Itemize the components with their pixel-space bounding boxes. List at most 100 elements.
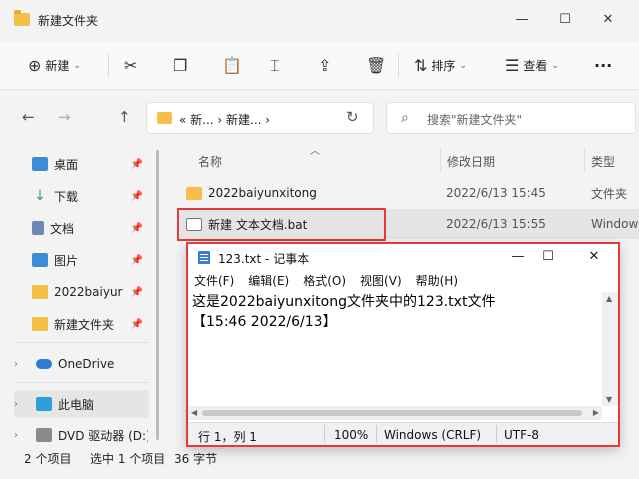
notepad-text-area[interactable]: 这是2022baiyunxitong文件夹中的123.txt文件 【15:46 2… <box>188 292 602 406</box>
column-divider[interactable] <box>440 148 441 172</box>
line-ending: Windows (CRLF) <box>384 428 482 442</box>
back-icon[interactable]: ← <box>22 108 35 126</box>
file-type: 文件夹 <box>591 186 628 201</box>
chevron-right-icon: › <box>14 429 18 441</box>
sidebar-item-label: OneDrive <box>58 357 115 371</box>
pin-icon: 📌 <box>130 318 143 330</box>
column-header-date[interactable]: 修改日期 <box>447 153 495 170</box>
notepad-maximize-button[interactable]: ☐ <box>538 247 558 267</box>
share-icon[interactable]: ⇪ <box>318 53 331 79</box>
picture-icon <box>32 253 48 267</box>
sidebar-item-pictures[interactable]: 图片 📌 <box>14 246 149 274</box>
scroll-down-icon[interactable]: ▼ <box>606 395 612 404</box>
rename-icon[interactable]: ⌶ <box>270 53 280 79</box>
sidebar-item-documents[interactable]: 文档 📌 <box>14 214 149 242</box>
paste-icon[interactable]: 📋 <box>222 53 242 79</box>
file-row[interactable]: 2022baiyunxitong 2022/6/13 15:45 文件夹 <box>178 178 639 208</box>
new-label: 新建 <box>45 59 70 73</box>
notepad-close-button[interactable]: ✕ <box>584 247 604 267</box>
file-name: 新建 文本文档.bat <box>208 217 308 232</box>
sidebar-item-label: DVD 驱动器 (D:) <box>58 428 148 443</box>
text-line: 这是2022baiyunxitong文件夹中的123.txt文件 <box>192 294 496 310</box>
search-input[interactable]: ⌕ 搜索"新建文件夹" <box>386 102 636 134</box>
view-button[interactable]: ☰ 查看 ⌄ <box>505 53 559 79</box>
scroll-right-icon[interactable]: ▶ <box>593 408 599 417</box>
menu-help[interactable]: 帮助(H) <box>416 272 458 292</box>
copy-icon[interactable]: ❐ <box>173 53 187 79</box>
divider <box>324 425 325 443</box>
scroll-up-icon[interactable]: ▲ <box>606 294 612 303</box>
sort-ascending-icon: ︿ <box>310 146 320 157</box>
sidebar-item-this-pc[interactable]: › 此电脑 <box>14 390 149 418</box>
divider <box>14 382 149 383</box>
sidebar-item-new-folder[interactable]: 新建文件夹 📌 <box>14 310 149 338</box>
column-divider[interactable] <box>584 148 585 172</box>
chevron-down-icon: ⌄ <box>73 61 81 71</box>
cut-icon[interactable]: ✂ <box>124 53 137 79</box>
divider <box>398 54 399 78</box>
scroll-left-icon[interactable]: ◀ <box>191 408 197 417</box>
sort-icon: ⇅ <box>414 56 428 75</box>
window-title: 新建文件夹 <box>38 14 99 28</box>
zoom-level: 100% <box>334 428 369 442</box>
notepad-window: 123.txt - 记事本 — ☐ ✕ 文件(F) 编辑(E) 格式(O) 视图… <box>187 243 619 446</box>
maximize-button[interactable]: ☐ <box>555 10 575 30</box>
more-options-icon[interactable]: ··· <box>594 53 612 79</box>
notepad-minimize-button[interactable]: — <box>508 247 528 267</box>
delete-icon[interactable]: 🗑 <box>366 53 386 79</box>
scroll-thumb[interactable] <box>202 410 582 416</box>
item-count: 2 个项目 <box>24 452 72 466</box>
divider <box>496 425 497 443</box>
up-icon[interactable]: ↑ <box>118 108 131 126</box>
refresh-icon[interactable]: ↻ <box>346 108 359 126</box>
new-button[interactable]: ⊕ 新建 ⌄ <box>28 53 81 79</box>
close-button[interactable]: ✕ <box>598 10 618 30</box>
notepad-title: 123.txt - 记事本 <box>218 252 310 266</box>
notepad-horizontal-scrollbar[interactable]: ◀ ▶ <box>188 406 602 420</box>
title-bar: 新建文件夹 — ☐ ✕ <box>0 0 639 42</box>
view-label: 查看 <box>523 59 548 73</box>
sort-button[interactable]: ⇅ 排序 ⌄ <box>414 53 467 79</box>
sidebar-item-label: 此电脑 <box>58 397 95 412</box>
search-placeholder: 搜索"新建文件夹" <box>427 113 523 127</box>
forward-icon[interactable]: → <box>58 108 71 126</box>
column-header-type[interactable]: 类型 <box>591 153 615 170</box>
sidebar-scrollbar[interactable] <box>156 150 159 440</box>
notepad-title-bar: 123.txt - 记事本 — ☐ ✕ <box>188 244 618 270</box>
folder-icon <box>32 317 48 331</box>
folder-icon <box>186 186 202 200</box>
document-icon <box>32 221 44 235</box>
sidebar-item-label: 文档 <box>50 221 75 236</box>
folder-icon <box>14 10 30 26</box>
sidebar-item-onedrive[interactable]: › OneDrive <box>14 350 149 378</box>
notepad-vertical-scrollbar[interactable]: ▲ ▼ <box>602 292 618 406</box>
sidebar-item-downloads[interactable]: ↓ 下载 📌 <box>14 182 149 210</box>
sidebar-item-label: 2022baiyur <box>54 285 123 299</box>
sidebar-item-label: 图片 <box>54 253 79 268</box>
file-row[interactable]: 新建 文本文档.bat 2022/6/13 15:55 Windows <box>178 209 639 239</box>
menu-edit[interactable]: 编辑(E) <box>248 272 289 292</box>
sidebar-item-2022baiyunxitong[interactable]: 2022baiyur 📌 <box>14 278 149 306</box>
column-header-name[interactable]: 名称 <box>198 153 222 170</box>
command-bar: ⊕ 新建 ⌄ ✂ ❐ 📋 ⌶ ⇪ 🗑 ⇅ 排序 ⌄ ☰ 查看 ⌄ ··· <box>0 42 639 90</box>
sidebar-item-dvd[interactable]: › DVD 驱动器 (D:) <box>14 426 149 444</box>
chevron-right-icon: › <box>14 358 18 370</box>
notepad-icon <box>198 251 210 264</box>
cloud-icon <box>36 359 52 369</box>
menu-format[interactable]: 格式(O) <box>303 272 346 292</box>
address-bar[interactable]: « 新... › 新建... › <box>146 102 374 134</box>
menu-view[interactable]: 视图(V) <box>360 272 402 292</box>
minimize-button[interactable]: — <box>512 10 532 30</box>
batch-file-icon <box>186 217 202 231</box>
chevron-down-icon: ⌄ <box>459 61 467 71</box>
folder-icon <box>32 285 48 299</box>
dvd-drive-icon <box>36 428 52 442</box>
search-icon: ⌕ <box>401 110 409 126</box>
status-bar: 2 个项目 选中 1 个项目 36 字节 <box>0 444 639 479</box>
folder-icon <box>157 112 172 124</box>
menu-file[interactable]: 文件(F) <box>194 272 234 292</box>
sidebar-item-desktop[interactable]: 桌面 📌 <box>14 150 149 178</box>
desktop-icon <box>32 157 48 171</box>
file-date: 2022/6/13 15:55 <box>446 217 546 231</box>
view-icon: ☰ <box>505 56 520 75</box>
